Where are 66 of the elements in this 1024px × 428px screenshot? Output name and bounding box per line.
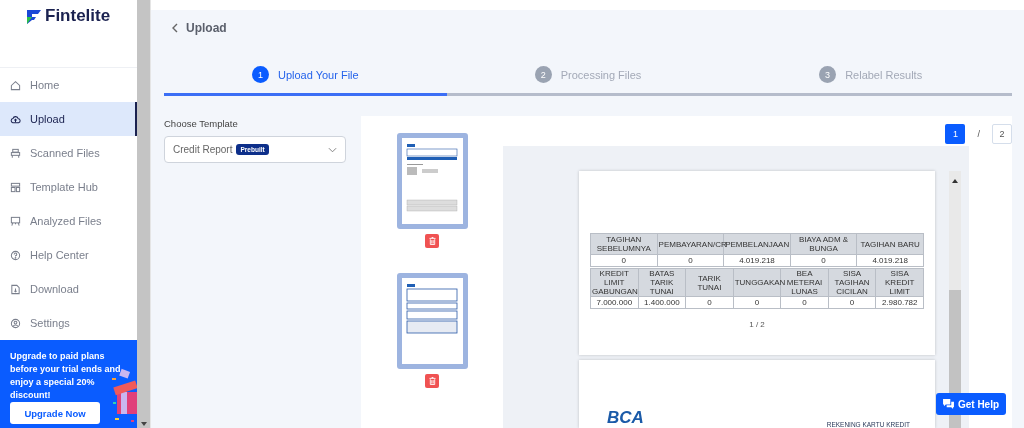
table-header: PEMBAYARAN/CR xyxy=(657,233,724,255)
back-icon[interactable] xyxy=(172,23,178,33)
step-tab[interactable]: 1 Upload Your File xyxy=(164,56,447,96)
page-thumbnail[interactable] xyxy=(396,273,468,369)
home-icon xyxy=(10,79,21,91)
chat-icon xyxy=(942,399,954,409)
page-thumbnail[interactable] xyxy=(396,133,468,229)
trash-icon xyxy=(428,377,436,385)
scroll-up-icon[interactable] xyxy=(952,179,958,183)
cloud-icon xyxy=(10,113,21,125)
table-cell: 0 xyxy=(828,296,876,309)
promo-text: Upgrade to paid plans before your trial ends and enjoy a special 20% discount! xyxy=(10,350,122,402)
table-cell: 1.400.000 xyxy=(638,296,686,309)
table-header: BATAS TARIK TUNAI xyxy=(638,268,686,297)
get-help-button[interactable]: Get Help xyxy=(936,393,1006,415)
table-cell: 2.980.782 xyxy=(875,296,924,309)
table-header: KREDIT LIMIT GABUNGAN xyxy=(590,268,639,297)
table-cell: 4.019.218 xyxy=(856,254,924,267)
table-header: TARIK TUNAI xyxy=(685,268,734,297)
page-number-button[interactable]: 1 xyxy=(945,123,966,144)
sidebar-item[interactable]: Help Center xyxy=(0,238,137,272)
sidebar-item[interactable]: Scanned Files xyxy=(0,136,137,170)
delete-button[interactable] xyxy=(425,234,439,248)
field-label: Choose Template xyxy=(164,118,239,129)
page-separator: / xyxy=(977,128,980,139)
table-header: BIAYA ADM & BUNGA xyxy=(790,233,857,255)
bank-logo: BCA xyxy=(607,408,644,428)
grid-icon xyxy=(10,181,21,193)
trash-icon xyxy=(428,237,436,245)
step-tab[interactable]: 3 Relabel Results xyxy=(729,56,1012,96)
brand-name: Fintelite xyxy=(45,6,111,26)
table-cell: 0 xyxy=(780,296,829,309)
page-number: 1 / 2 xyxy=(749,320,765,329)
table-cell: 0 xyxy=(685,296,734,309)
table-header: SISA TAGIHAN CICILAN xyxy=(828,268,876,297)
logo-icon xyxy=(26,9,42,25)
table-cell: 0 xyxy=(733,296,781,309)
table-header: SISA KREDIT LIMIT xyxy=(875,268,924,297)
step-number: 1 xyxy=(251,66,269,83)
scrollbar[interactable] xyxy=(137,0,151,428)
sidebar-item[interactable]: Template Hub xyxy=(0,170,137,204)
sidebar-item[interactable]: Home xyxy=(0,68,137,102)
table-cell: 0 xyxy=(790,254,857,267)
scroll-down-icon[interactable] xyxy=(140,422,147,426)
help-icon xyxy=(10,249,21,261)
upgrade-button[interactable]: Upgrade Now xyxy=(10,402,100,424)
caret-icon xyxy=(328,146,337,153)
table-header: TAGIHAN SEBELUMNYA xyxy=(590,233,658,255)
step-number: 2 xyxy=(534,66,552,83)
sidebar-item[interactable]: Settings xyxy=(0,306,137,340)
sidebar-item[interactable]: Upload xyxy=(0,102,137,136)
easel-icon xyxy=(10,215,21,227)
table-cell: 0 xyxy=(590,254,658,267)
delete-button[interactable] xyxy=(425,374,439,388)
sidebar-item[interactable]: Download xyxy=(0,272,137,306)
table-cell: 0 xyxy=(657,254,724,267)
table-header: TAGIHAN BARU xyxy=(856,233,924,255)
step-number: 3 xyxy=(819,66,837,83)
table-cell: 4.019.218 xyxy=(723,254,791,267)
page-total: 2 xyxy=(992,123,1012,144)
doc-icon xyxy=(10,283,21,295)
table-cell: 7.000.000 xyxy=(590,296,639,309)
sidebar-item[interactable]: Analyzed Files xyxy=(0,204,137,238)
step-tab[interactable]: 2 Processing Files xyxy=(446,56,730,96)
stack-icon xyxy=(10,147,21,159)
page-title: Upload xyxy=(186,21,227,35)
